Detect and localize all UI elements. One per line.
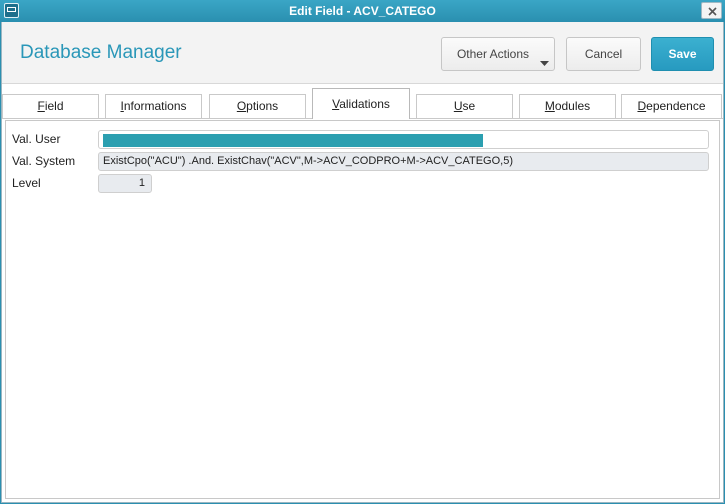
tab-modules-label: odules xyxy=(554,99,591,113)
tab-dependence-rules[interactable]: Dependence Rules xyxy=(621,94,722,135)
app-title: Database Manager xyxy=(20,42,182,63)
tab-field[interactable]: Field xyxy=(2,94,99,118)
val-user-label: Val. User xyxy=(12,132,61,146)
val-user-field[interactable] xyxy=(98,130,709,149)
level-label: Level xyxy=(12,176,41,190)
tab-dependence-rules-key: D xyxy=(637,99,647,113)
tab-use-label: se xyxy=(462,99,476,113)
close-button[interactable] xyxy=(701,2,722,19)
edit-field-window: Database Manager Other Actions Cancel Sa… xyxy=(1,22,724,503)
tab-options-label: ptions xyxy=(246,99,279,113)
tab-informations[interactable]: Informations xyxy=(105,94,202,118)
save-button[interactable]: Save xyxy=(651,37,714,71)
other-actions-label: Other Actions xyxy=(456,47,530,61)
tab-options[interactable]: Options xyxy=(209,94,306,118)
tab-validations-label: alidations xyxy=(339,97,390,111)
tab-modules-key: M xyxy=(544,99,555,113)
val-system-field[interactable]: ExistCpo("ACU") .And. ExistChav("ACV",M-… xyxy=(98,152,709,171)
val-system-label: Val. System xyxy=(12,154,76,168)
title-bar: Edit Field - ACV_CATEGO xyxy=(0,0,725,22)
val-user-selection xyxy=(103,134,483,147)
tab-modules[interactable]: Modules xyxy=(519,94,616,118)
other-actions-button[interactable]: Other Actions xyxy=(441,37,555,71)
tab-options-key: O xyxy=(236,99,247,113)
tab-field-key: F xyxy=(37,99,45,113)
level-field[interactable]: 1 xyxy=(98,174,152,193)
close-icon xyxy=(708,7,717,16)
tab-use[interactable]: Use xyxy=(416,94,513,118)
tab-field-label: ield xyxy=(44,99,64,113)
tab-informations-label: nformations xyxy=(123,99,187,113)
window-title: Edit Field - ACV_CATEGO xyxy=(289,4,436,18)
cancel-button[interactable]: Cancel xyxy=(566,37,641,71)
caret-down-icon xyxy=(540,61,549,66)
validations-panel: Val. User Val. System ExistCpo("ACU") .A… xyxy=(5,120,720,499)
tab-validations[interactable]: Validations xyxy=(312,88,410,119)
header: Database Manager Other Actions Cancel Sa… xyxy=(2,22,723,84)
